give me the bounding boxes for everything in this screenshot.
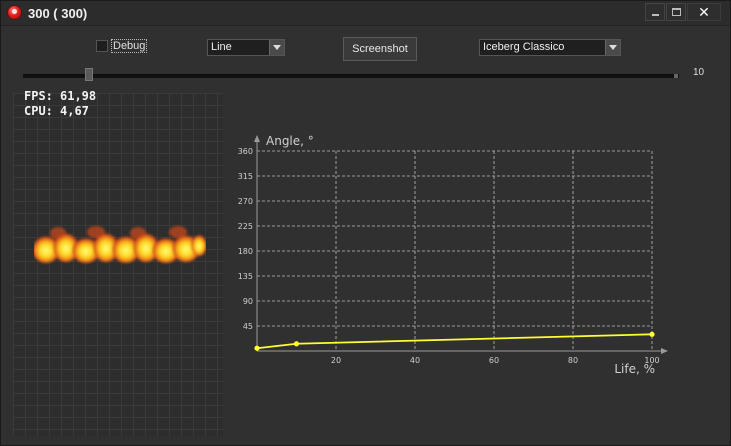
y-tick-label: 270: [238, 197, 253, 206]
cpu-readout: CPU: 4,67: [24, 105, 89, 118]
cpu-value: 4,67: [60, 104, 89, 118]
slider-tick: [674, 74, 678, 78]
x-tick-label: 20: [331, 356, 341, 365]
y-tick-label: 45: [243, 322, 253, 331]
y-axis-label: Angle, °: [266, 134, 314, 148]
x-tick-label: 80: [568, 356, 578, 365]
y-tick-label: 135: [238, 272, 253, 281]
maximize-icon: [671, 8, 681, 16]
chevron-down-icon[interactable]: [605, 40, 620, 55]
chart-type-select[interactable]: Line: [207, 39, 285, 56]
fps-label: FPS:: [24, 89, 53, 103]
fps-value: 61,98: [60, 89, 97, 103]
x-axis-label: Life, %: [614, 362, 655, 376]
window-title: 300 ( 300): [28, 6, 88, 21]
y-tick-label: 225: [238, 222, 253, 231]
slider-track[interactable]: [23, 74, 679, 78]
y-tick-label: 315: [238, 172, 253, 181]
chart-axes: [254, 135, 668, 354]
debug-label[interactable]: Debug: [111, 39, 148, 53]
data-point: [293, 341, 300, 347]
data-point: [254, 345, 260, 351]
title-bar[interactable]: 300 ( 300) ✕: [1, 1, 730, 26]
close-icon: ✕: [698, 4, 710, 20]
y-axis-arrow: [254, 135, 260, 142]
theme-value: Iceberg Classico: [483, 41, 565, 53]
chart-type-value: Line: [211, 41, 232, 53]
y-tick-label: 360: [238, 147, 253, 156]
x-tick-label: 40: [410, 356, 420, 365]
series-line: [256, 333, 653, 350]
angle-life-chart[interactable]: 459013518022527031536020 40 60 80 100 Life, …: [229, 129, 669, 379]
chart-series: [254, 331, 655, 351]
y-tick-label: 90: [243, 297, 253, 306]
app-logo-icon: [7, 5, 22, 20]
chevron-down-icon[interactable]: [269, 40, 284, 55]
data-point: [649, 331, 655, 337]
close-button[interactable]: ✕: [687, 3, 721, 21]
x-tick-label: 60: [489, 356, 499, 365]
theme-select[interactable]: Iceberg Classico: [479, 39, 621, 56]
fps-readout: FPS: 61,98: [24, 90, 96, 103]
chart-grid: [257, 150, 653, 351]
screenshot-button[interactable]: Screenshot: [343, 37, 417, 61]
fire-particles: [34, 226, 206, 263]
app-window: 300 ( 300) ✕ Debug Line Screenshot Icebe…: [0, 0, 731, 446]
minimize-icon: [651, 14, 659, 16]
y-tick-label: 180: [238, 247, 253, 256]
minimize-button[interactable]: [645, 3, 665, 21]
slider-value: 10: [693, 67, 705, 78]
maximize-button[interactable]: [666, 3, 686, 21]
cpu-label: CPU:: [24, 104, 53, 118]
x-axis-arrow: [661, 348, 668, 354]
slider-thumb[interactable]: [84, 68, 93, 81]
debug-checkbox[interactable]: [96, 40, 108, 52]
chart-ticks: 459013518022527031536020 40 60 80 100: [238, 147, 660, 365]
